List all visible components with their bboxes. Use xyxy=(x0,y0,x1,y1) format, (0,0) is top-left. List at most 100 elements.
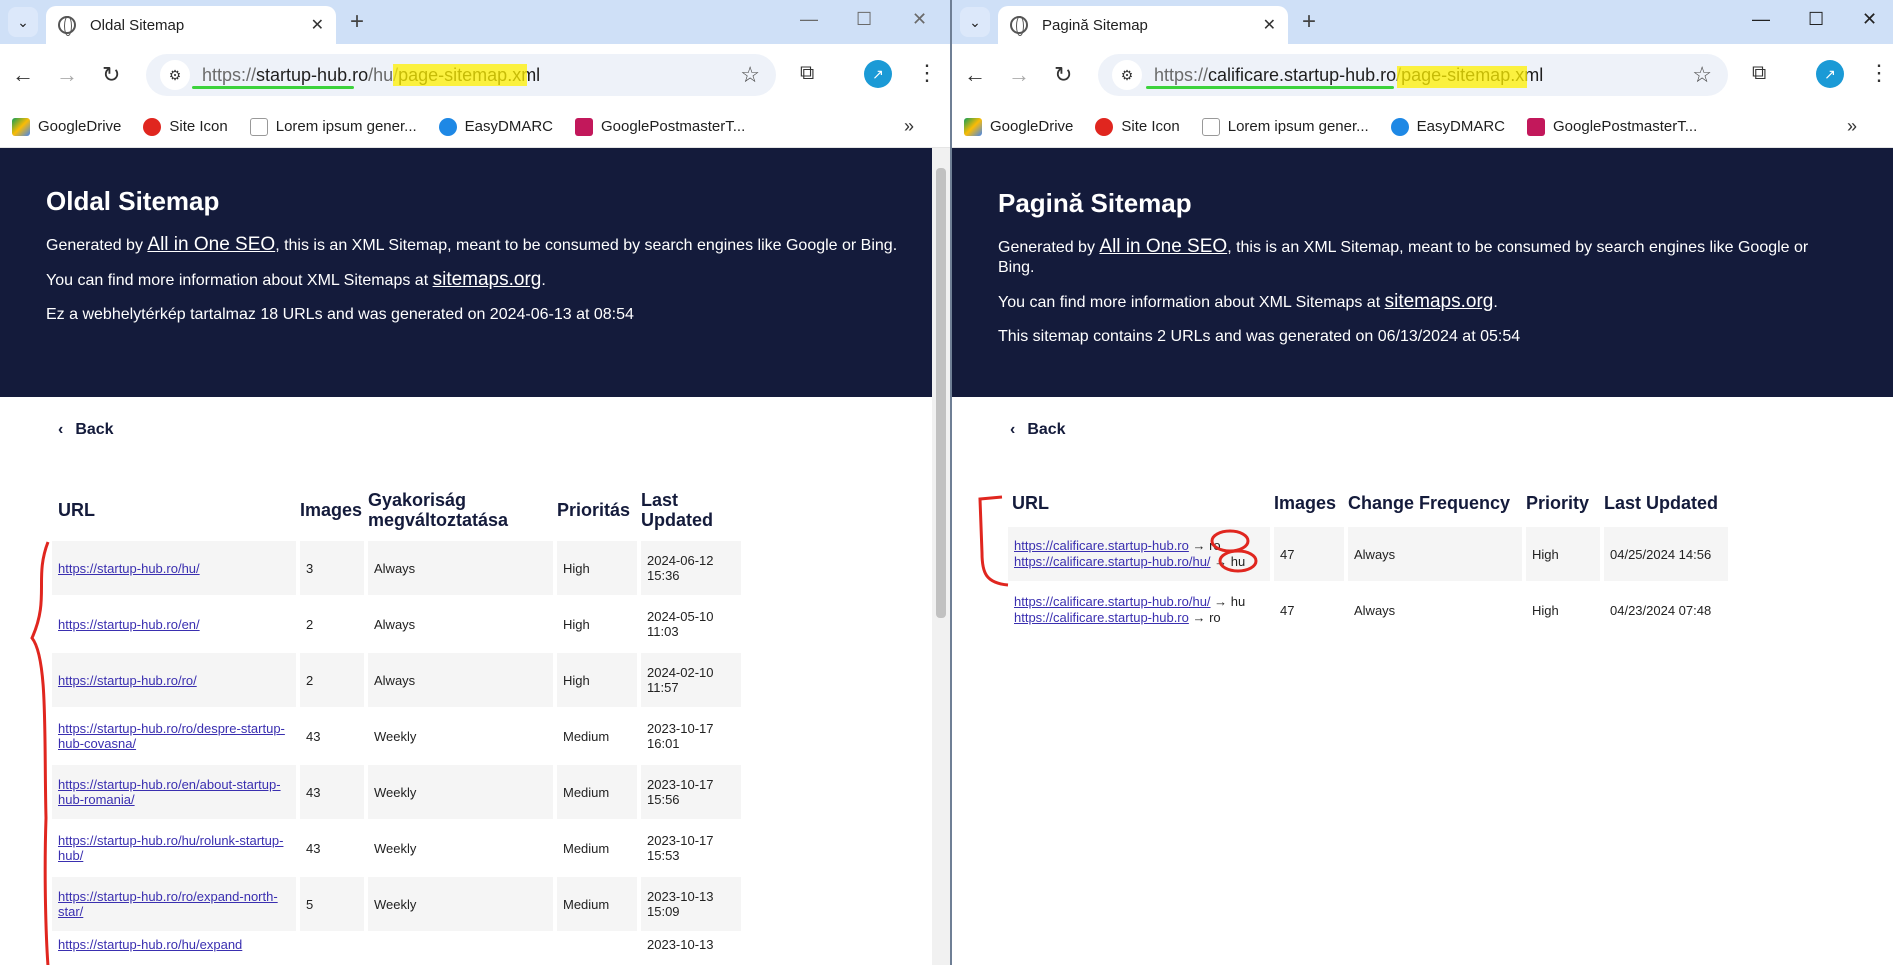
address-bar[interactable]: ⚙ https://startup-hub.ro/hu/page-sitemap… xyxy=(146,54,776,96)
row-priority: High xyxy=(1526,527,1600,581)
row-url-link[interactable]: https://calificare.startup-hub.ro xyxy=(1014,610,1189,625)
back-arrow-icon[interactable]: ← xyxy=(12,62,34,88)
col-frequency: Change Frequency xyxy=(1348,492,1511,513)
lang-tag: → hu xyxy=(1214,594,1246,609)
row-url-link[interactable]: https://startup-hub.ro/hu/ xyxy=(58,561,200,576)
globe-icon xyxy=(58,16,76,36)
easydmarc-icon xyxy=(438,117,457,136)
forward-arrow-icon[interactable]: → xyxy=(56,62,78,88)
menu-icon[interactable]: ⋮ xyxy=(1868,60,1890,86)
reload-icon[interactable]: ↻ xyxy=(102,62,120,88)
row-updated: 2024-02-10 11:57 xyxy=(641,653,741,707)
close-window-button[interactable]: ✕ xyxy=(1862,9,1877,30)
col-last-updated: Last Updated xyxy=(641,490,713,530)
table-row: https://startup-hub.ro/hu/expand 2023-10… xyxy=(52,933,741,965)
table-row: https://startup-hub.ro/hu/ 3 Always High… xyxy=(52,541,741,595)
bookmark-googledrive[interactable]: GoogleDrive xyxy=(964,117,1073,136)
tab-active[interactable]: Pagină Sitemap ✕ xyxy=(998,6,1288,44)
address-bar[interactable]: ⚙ https://calificare.startup-hub.ro/page… xyxy=(1098,54,1728,96)
close-window-button[interactable]: ✕ xyxy=(912,9,927,30)
bookmark-lorem-ipsum[interactable]: Lorem ipsum gener... xyxy=(249,117,417,136)
row-url-link[interactable]: https://calificare.startup-hub.ro xyxy=(1014,538,1189,553)
url-text: https://calificare.startup-hub.ro/page-s… xyxy=(1154,64,1544,85)
bookmark-star-icon[interactable]: ☆ xyxy=(740,62,760,88)
bookmark-postmaster[interactable]: GooglePostmasterT... xyxy=(1527,117,1697,136)
bookmark-site-icon[interactable]: Site Icon xyxy=(1095,117,1180,136)
back-link[interactable]: ‹ Back xyxy=(1010,421,1893,439)
minimize-button[interactable]: — xyxy=(1752,9,1770,30)
tab-title: Oldal Sitemap xyxy=(90,16,185,34)
row-url-link[interactable]: https://startup-hub.ro/hu/rolunk-startup… xyxy=(58,833,283,863)
row-url-link[interactable]: https://startup-hub.ro/ro/ xyxy=(58,673,197,688)
bookmark-site-icon[interactable]: Site Icon xyxy=(143,117,228,136)
site-info-icon[interactable]: ⚙ xyxy=(1112,60,1142,90)
reload-icon[interactable]: ↻ xyxy=(1054,62,1072,88)
minimize-button[interactable]: — xyxy=(800,9,818,30)
row-images: 43 xyxy=(300,765,364,819)
close-icon[interactable]: ✕ xyxy=(1263,15,1276,35)
row-url-link[interactable]: https://startup-hub.ro/en/ xyxy=(58,617,200,632)
table-row: https://calificare.startup-hub.ro/hu/ → … xyxy=(1008,583,1728,637)
row-url-link[interactable]: https://startup-hub.ro/ro/expand-north-s… xyxy=(58,889,278,919)
more-bookmarks-icon[interactable]: » xyxy=(1847,116,1857,137)
bookmark-lorem-ipsum[interactable]: Lorem ipsum gener... xyxy=(1201,117,1369,136)
extensions-icon[interactable]: ⧉ xyxy=(800,62,814,85)
back-arrow-icon[interactable]: ← xyxy=(964,62,986,88)
profile-avatar[interactable]: ↗ xyxy=(864,60,892,88)
col-priority: Priority xyxy=(1526,492,1590,513)
row-url-link[interactable]: https://startup-hub.ro/en/about-startup-… xyxy=(58,777,281,807)
sitemaps-org-link[interactable]: sitemaps.org xyxy=(1385,291,1494,312)
menu-icon[interactable]: ⋮ xyxy=(916,60,938,86)
bookmark-easydmarc[interactable]: EasyDMARC xyxy=(438,117,553,136)
row-updated: 2023-10-17 16:01 xyxy=(647,721,714,751)
maximize-button[interactable]: ☐ xyxy=(1808,9,1824,30)
intro-text: Generated by All in One SEO, this is an … xyxy=(46,234,898,255)
bookmark-star-icon[interactable]: ☆ xyxy=(1692,62,1712,88)
page-content: Oldal Sitemap Generated by All in One SE… xyxy=(0,148,950,965)
row-updated: 04/25/2024 14:56 xyxy=(1604,527,1728,581)
table-row: https://startup-hub.ro/ro/despre-startup… xyxy=(52,709,741,763)
row-url-link[interactable]: https://calificare.startup-hub.ro/hu/ xyxy=(1014,554,1211,569)
extensions-icon[interactable]: ⧉ xyxy=(1752,62,1766,85)
lang-tag: → ro xyxy=(1192,538,1221,553)
aioseo-link[interactable]: All in One SEO xyxy=(147,234,275,255)
tab-active[interactable]: Oldal Sitemap ✕ xyxy=(46,6,336,44)
new-tab-button[interactable]: + xyxy=(350,8,364,36)
forward-arrow-icon[interactable]: → xyxy=(1008,62,1030,88)
maximize-button[interactable]: ☐ xyxy=(856,9,872,30)
site-icon-icon xyxy=(143,117,162,136)
row-frequency: Always xyxy=(374,616,416,632)
profile-avatar[interactable]: ↗ xyxy=(1816,60,1844,88)
row-url-link[interactable]: https://startup-hub.ro/ro/despre-startup… xyxy=(58,721,285,751)
tab-bar: ⌄ Pagină Sitemap ✕ + — ☐ ✕ xyxy=(952,0,1893,44)
bookmarks-bar: GoogleDrive Site Icon Lorem ipsum gener.… xyxy=(952,106,1893,148)
row-updated: 2023-10-13 xyxy=(647,937,714,952)
row-frequency: Always xyxy=(368,653,553,707)
row-frequency: Always xyxy=(1354,602,1396,618)
scrollbar-thumb[interactable] xyxy=(936,168,946,618)
bookmark-easydmarc[interactable]: EasyDMARC xyxy=(1390,117,1505,136)
row-priority: Medium xyxy=(563,728,610,744)
site-info-icon[interactable]: ⚙ xyxy=(160,60,190,90)
sitemap-table: URL Images Gyakoriság megváltoztatása Pr… xyxy=(48,479,745,965)
more-bookmarks-icon[interactable]: » xyxy=(904,116,914,137)
bookmark-postmaster[interactable]: GooglePostmasterT... xyxy=(575,117,745,136)
row-url-link[interactable]: https://startup-hub.ro/hu/expand xyxy=(58,937,242,952)
google-drive-icon xyxy=(12,117,30,136)
sitemaps-org-link[interactable]: sitemaps.org xyxy=(433,269,542,290)
sitemap-summary: This sitemap contains 2 URLs and was gen… xyxy=(998,328,1521,345)
new-tab-button[interactable]: + xyxy=(1302,8,1316,36)
tab-search-button[interactable]: ⌄ xyxy=(8,7,38,37)
row-updated: 04/23/2024 07:48 xyxy=(1610,602,1712,618)
back-link[interactable]: ‹ Back xyxy=(58,421,950,439)
table-row: https://startup-hub.ro/en/ 2 Always High… xyxy=(52,597,741,651)
close-icon[interactable]: ✕ xyxy=(311,15,324,35)
row-url-link[interactable]: https://calificare.startup-hub.ro/hu/ xyxy=(1014,594,1211,609)
bookmark-googledrive[interactable]: GoogleDrive xyxy=(12,117,121,136)
aioseo-link[interactable]: All in One SEO xyxy=(1099,236,1227,257)
row-frequency: Weekly xyxy=(374,728,417,744)
tab-search-button[interactable]: ⌄ xyxy=(960,7,990,37)
row-images: 3 xyxy=(300,541,364,595)
row-images: 47 xyxy=(1274,527,1344,581)
page-scrollbar[interactable] xyxy=(932,148,950,965)
